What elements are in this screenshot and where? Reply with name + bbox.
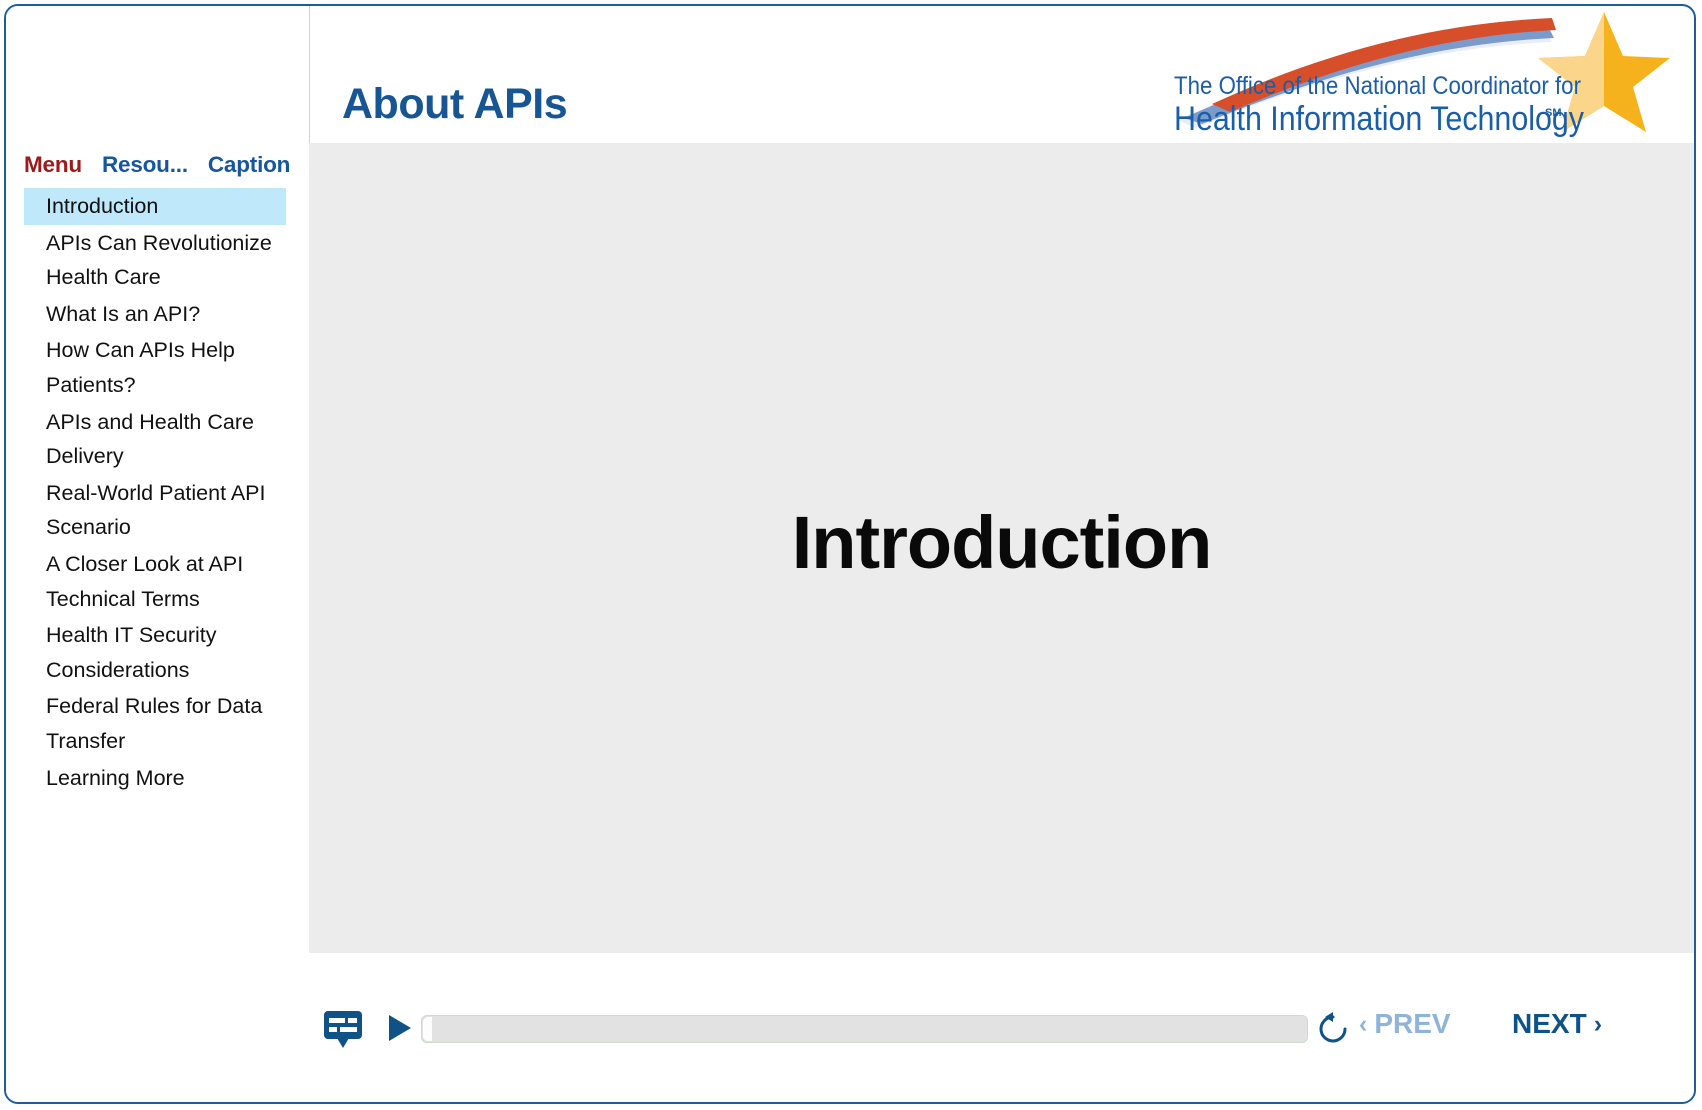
prev-button-label: PREV [1374, 1008, 1451, 1039]
slide-content-area: Introduction [309, 143, 1694, 953]
sidebar-tab-bar: Menu Resou... Caption [24, 147, 304, 183]
sidebar-item-what-is-an-api[interactable]: What Is an API? [24, 296, 286, 333]
sidebar-item-introduction[interactable]: Introduction [24, 188, 286, 225]
slide-heading: Introduction [791, 500, 1213, 584]
sidebar-item-federal-rules-for-data-transfer[interactable]: Federal Rules for Data Transfer [24, 688, 286, 759]
sidebar-item-a-closer-look-at-api-technical-terms[interactable]: A Closer Look at API Technical Terms [24, 546, 286, 617]
sidebar-item-apis-and-health-care-delivery[interactable]: APIs and Health Care Delivery [24, 404, 286, 475]
player-control-bar: ‹ PREV NEXT › [309, 953, 1694, 1102]
tab-caption[interactable]: Caption [208, 152, 291, 178]
sidebar: Menu Resou... Caption Introduction APIs … [6, 6, 309, 1102]
prev-button[interactable]: ‹ PREV [1359, 1008, 1451, 1040]
replay-icon[interactable] [1316, 1012, 1350, 1046]
progress-bar-fill [423, 1017, 432, 1041]
closed-caption-icon[interactable] [323, 1010, 367, 1050]
sidebar-item-real-world-patient-api-scenario[interactable]: Real-World Patient API Scenario [24, 475, 286, 546]
sidebar-item-how-can-apis-help-patients[interactable]: How Can APIs Help Patients? [24, 332, 286, 403]
chevron-left-icon: ‹ [1359, 1009, 1368, 1038]
page-title: About APIs [342, 80, 568, 128]
play-icon[interactable] [381, 1011, 415, 1045]
next-button[interactable]: NEXT › [1512, 1008, 1602, 1040]
tab-resources[interactable]: Resou... [102, 152, 188, 178]
next-button-label: NEXT [1512, 1008, 1587, 1039]
progress-bar[interactable] [421, 1015, 1308, 1043]
sidebar-item-apis-can-revolutionize-health-care[interactable]: APIs Can Revolutionize Health Care [24, 225, 286, 296]
onc-logo-line2: Health Information Technology [1174, 100, 1584, 138]
tab-menu[interactable]: Menu [24, 152, 82, 178]
sidebar-item-health-it-security-considerations[interactable]: Health IT Security Considerations [24, 617, 286, 688]
onc-logo: SM The Office of the National Coordinato… [1172, 8, 1682, 140]
chevron-right-icon: › [1593, 1009, 1603, 1038]
menu-list: Introduction APIs Can Revolutionize Heal… [24, 188, 286, 796]
course-player-window: Menu Resou... Caption Introduction APIs … [4, 4, 1696, 1104]
sidebar-item-learning-more[interactable]: Learning More [24, 760, 286, 797]
onc-logo-line1: The Office of the National Coordinator f… [1174, 72, 1581, 100]
